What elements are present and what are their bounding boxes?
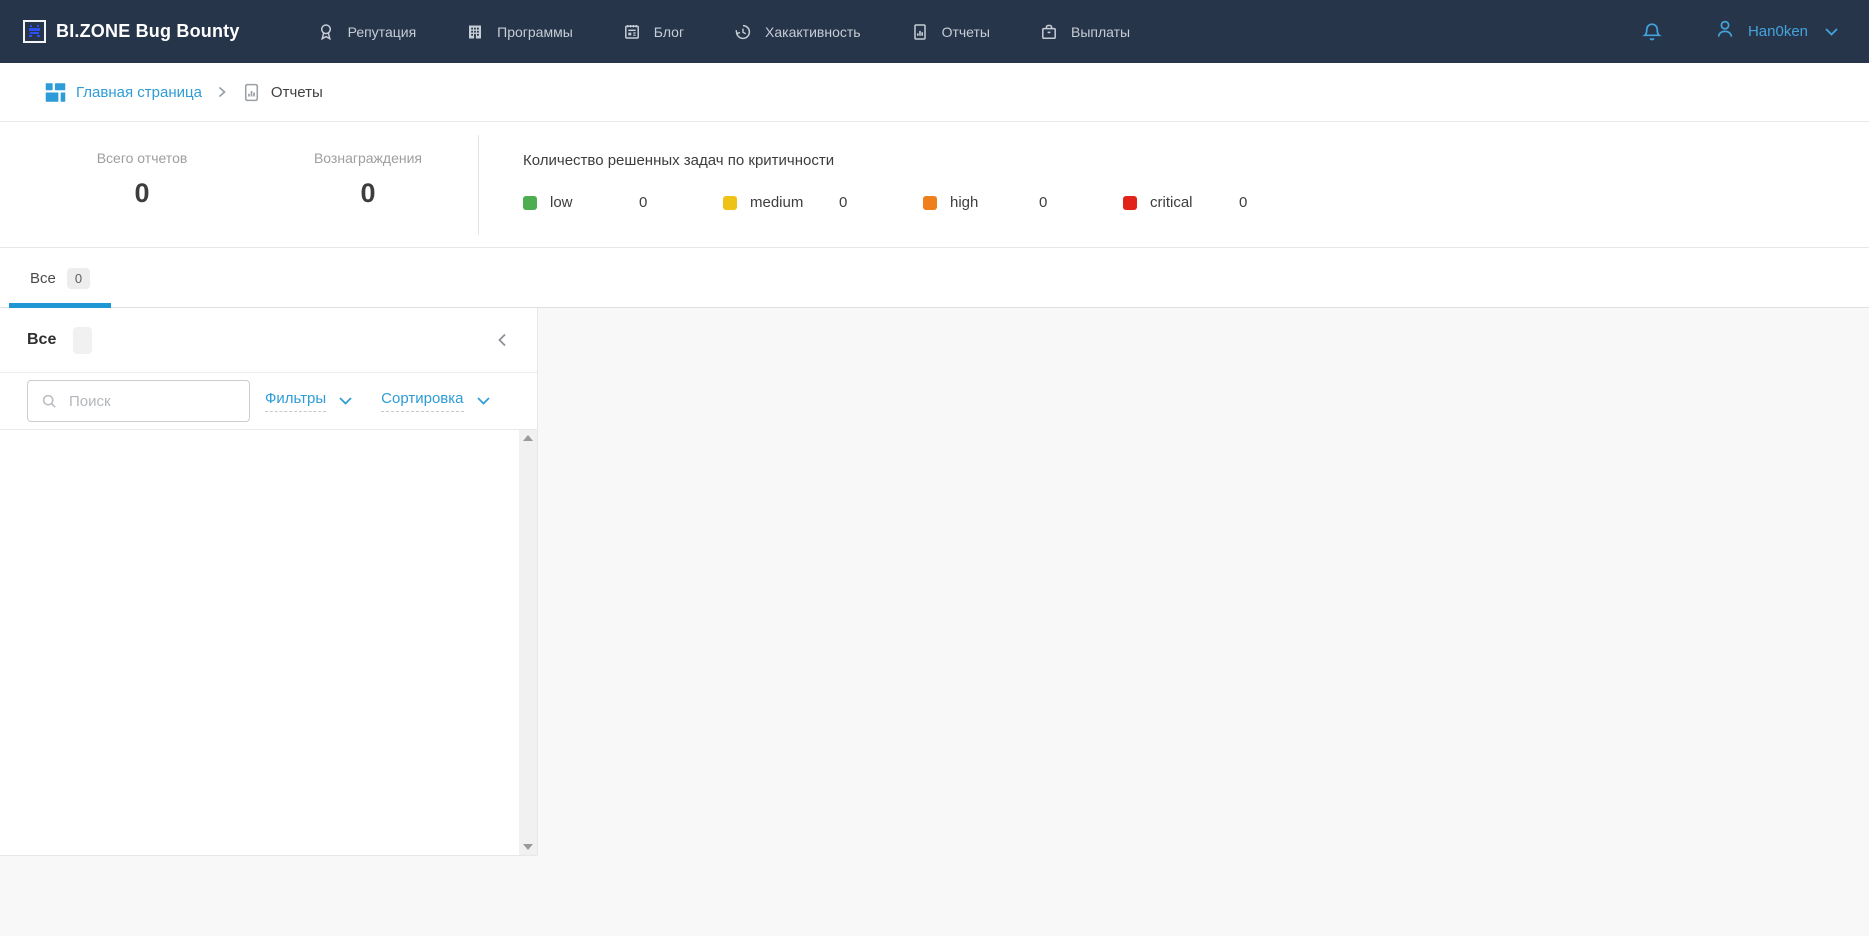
- briefcase-icon: [1039, 22, 1059, 42]
- main-navigation: Репутация Программы: [316, 22, 1131, 42]
- breadcrumb-home-label: Главная страница: [76, 84, 202, 101]
- panel-count-badge: [73, 327, 92, 354]
- nav-item-hackactivity[interactable]: Хакактивность: [733, 22, 861, 42]
- medium-color-swatch: [723, 196, 737, 210]
- stat-total-reports: Всего отчетов 0: [32, 150, 252, 209]
- stat-value: 0: [258, 178, 478, 209]
- legend-item-critical: critical 0: [1123, 194, 1323, 211]
- chevron-down-icon: [338, 396, 353, 406]
- nav-item-label: Хакактивность: [765, 24, 861, 40]
- search-input[interactable]: [69, 393, 239, 410]
- nav-item-label: Отчеты: [942, 24, 990, 40]
- list-scrollbar[interactable]: [519, 430, 537, 855]
- legend-item-high: high 0: [923, 194, 1123, 211]
- severity-title: Количество решенных задач по критичности: [523, 152, 1323, 169]
- chevron-left-icon: [495, 332, 509, 348]
- nav-item-label: Блог: [654, 24, 684, 40]
- report-detail-empty-area: [539, 309, 1869, 936]
- sort-label: Сортировка: [381, 390, 463, 412]
- reports-tabs: Все 0: [0, 248, 1869, 308]
- legend-item-medium: medium 0: [723, 194, 923, 211]
- nav-item-blog[interactable]: Блог: [622, 22, 684, 42]
- chevron-down-icon: [1824, 27, 1839, 37]
- panel-title: Все: [27, 331, 56, 349]
- stats-divider: [478, 135, 479, 235]
- filters-label: Фильтры: [265, 390, 326, 412]
- chevron-down-icon: [476, 396, 491, 406]
- report-doc-icon: [241, 82, 262, 103]
- filters-dropdown[interactable]: Фильтры: [265, 390, 353, 412]
- nav-item-label: Репутация: [348, 24, 417, 40]
- high-color-swatch: [923, 196, 937, 210]
- panel-toolbar: Фильтры Сортировка: [0, 373, 537, 430]
- nav-item-payouts[interactable]: Выплаты: [1039, 22, 1130, 42]
- severity-summary: Количество решенных задач по критичности…: [523, 152, 1323, 211]
- navbar-right: Han0ken: [1640, 17, 1839, 46]
- chevron-right-icon: [217, 86, 227, 98]
- tab-all[interactable]: Все 0: [9, 248, 111, 308]
- nav-item-label: Программы: [497, 24, 573, 40]
- search-icon: [40, 392, 59, 411]
- legend-label: low: [550, 194, 639, 211]
- stats-summary: Всего отчетов 0 Вознаграждения 0 Количес…: [0, 122, 1869, 248]
- legend-value: 0: [1239, 194, 1247, 211]
- nav-item-reputation[interactable]: Репутация: [316, 22, 417, 42]
- tab-label: Все: [30, 270, 56, 287]
- reports-list-panel: Все Фильтр: [0, 308, 538, 856]
- nav-item-programs[interactable]: Программы: [465, 22, 573, 42]
- report-icon: [910, 22, 930, 42]
- stat-label: Вознаграждения: [258, 150, 478, 166]
- nav-item-label: Выплаты: [1071, 24, 1130, 40]
- severity-legend: low 0 medium 0 high 0 critical 0: [523, 194, 1323, 211]
- legend-value: 0: [639, 194, 647, 211]
- breadcrumb-current-label: Отчеты: [271, 84, 323, 101]
- legend-label: high: [950, 194, 1039, 211]
- medal-icon: [316, 22, 336, 42]
- stat-rewards: Вознаграждения 0: [258, 150, 478, 209]
- scroll-down-arrow[interactable]: [519, 839, 537, 855]
- brand-home-link[interactable]: BI.ZONE Bug Bounty: [23, 20, 240, 43]
- brand-title: BI.ZONE Bug Bounty: [56, 21, 240, 42]
- legend-item-low: low 0: [523, 194, 723, 211]
- app-screen: BI.ZONE Bug Bounty Репутация: [0, 0, 1869, 936]
- panel-header: Все: [0, 308, 537, 373]
- legend-label: medium: [750, 194, 839, 211]
- sort-dropdown[interactable]: Сортировка: [381, 390, 490, 412]
- bizone-logo-icon: [23, 20, 46, 43]
- legend-value: 0: [839, 194, 847, 211]
- collapse-panel-button[interactable]: [491, 328, 513, 352]
- username-label: Han0ken: [1748, 23, 1808, 40]
- blog-icon: [622, 22, 642, 42]
- breadcrumb: Главная страница Отчеты: [0, 63, 1869, 122]
- search-box[interactable]: [27, 380, 250, 422]
- nav-item-reports[interactable]: Отчеты: [910, 22, 990, 42]
- breadcrumb-home-link[interactable]: Главная страница: [44, 81, 202, 104]
- legend-label: critical: [1150, 194, 1239, 211]
- low-color-swatch: [523, 196, 537, 210]
- dashboard-icon: [44, 81, 67, 104]
- legend-value: 0: [1039, 194, 1047, 211]
- building-icon: [465, 22, 485, 42]
- notifications-bell-icon[interactable]: [1640, 20, 1664, 44]
- history-icon: [733, 22, 753, 42]
- breadcrumb-current: Отчеты: [241, 82, 323, 103]
- stat-label: Всего отчетов: [32, 150, 252, 166]
- user-menu[interactable]: Han0ken: [1713, 17, 1839, 46]
- reports-list-empty: [0, 430, 537, 855]
- scroll-up-arrow[interactable]: [519, 430, 537, 446]
- tab-count-badge: 0: [67, 268, 90, 289]
- critical-color-swatch: [1123, 196, 1137, 210]
- user-avatar-icon: [1713, 17, 1737, 46]
- top-navbar: BI.ZONE Bug Bounty Репутация: [0, 0, 1869, 63]
- stat-value: 0: [32, 178, 252, 209]
